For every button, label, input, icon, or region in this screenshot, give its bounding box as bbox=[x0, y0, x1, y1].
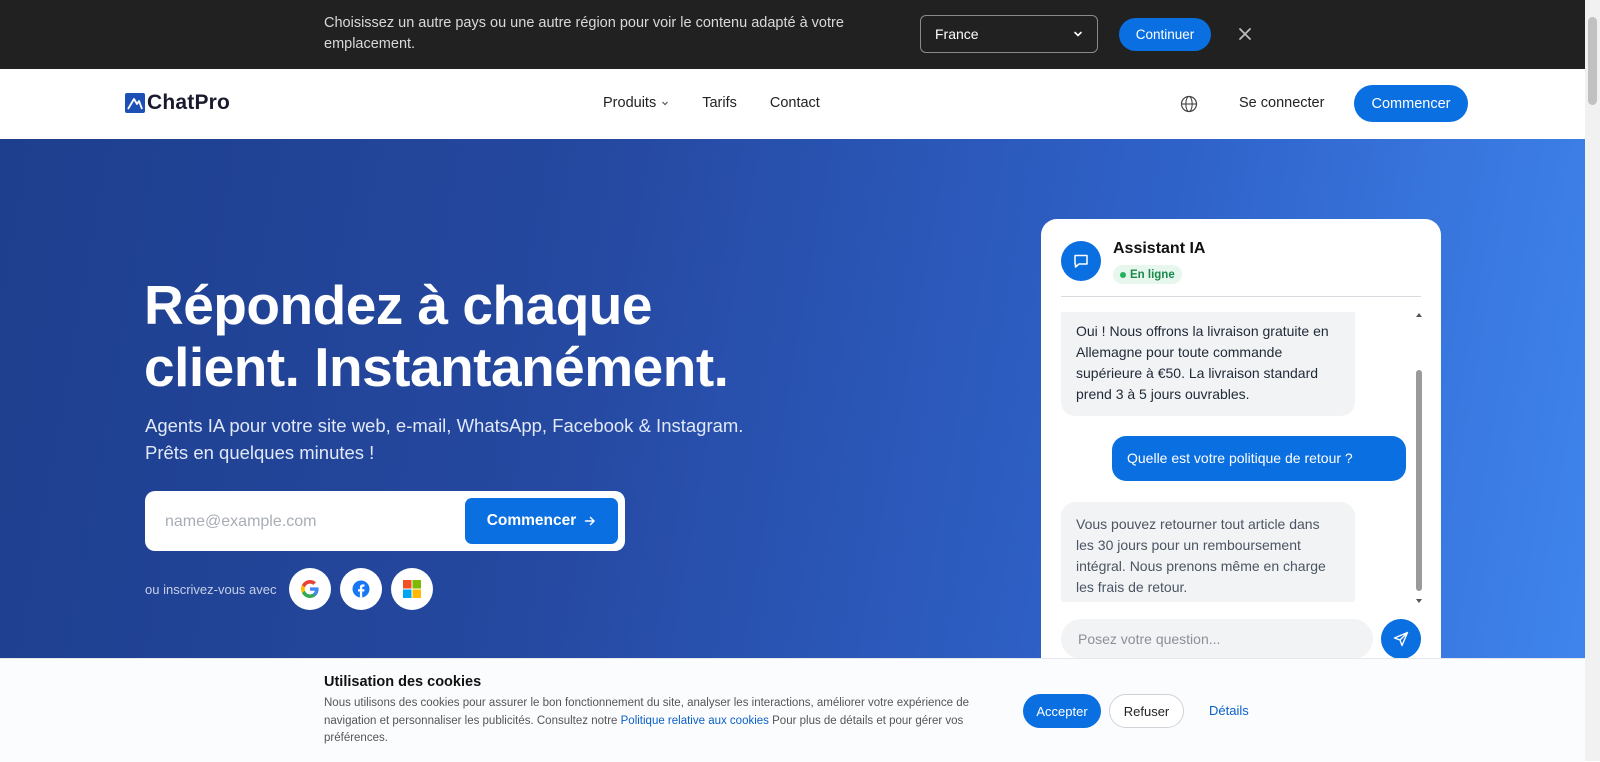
hero-title: Répondez à chaque client. Instantanément… bbox=[144, 274, 729, 398]
nav-item-label: Contact bbox=[769, 95, 820, 111]
status-label: En ligne bbox=[1130, 268, 1175, 281]
nav-item-label: Produits bbox=[603, 95, 657, 111]
chat-scrollbar[interactable] bbox=[1415, 313, 1423, 603]
signup-form: Commencer bbox=[145, 491, 625, 551]
continue-button[interactable]: Continuer bbox=[1119, 18, 1211, 51]
online-dot-icon bbox=[1120, 271, 1126, 278]
nav-item-label: Tarifs bbox=[702, 95, 737, 111]
nav-item-tarifs[interactable]: Tarifs bbox=[702, 95, 737, 111]
cookie-policy-link[interactable]: Politique relative aux cookies bbox=[621, 715, 769, 727]
chat-scrollbar-thumb[interactable] bbox=[1416, 370, 1422, 591]
nav-item-contact[interactable]: Contact bbox=[770, 95, 820, 111]
login-link[interactable]: Se connecter bbox=[1239, 95, 1324, 111]
nav-item-produits[interactable]: Produits bbox=[603, 95, 669, 111]
hero-title-line: client. Instantanément. bbox=[144, 336, 729, 398]
microsoft-icon bbox=[403, 580, 421, 598]
main-nav: Produits Tarifs Contact bbox=[603, 95, 853, 111]
signup-button[interactable]: Commencer bbox=[465, 498, 618, 544]
chevron-down-icon bbox=[1074, 31, 1082, 37]
cookie-details-link[interactable]: Détails bbox=[1209, 703, 1249, 718]
hero-subtitle: Agents IA pour votre site web, e-mail, W… bbox=[145, 412, 785, 466]
page-scrollbar-thumb[interactable] bbox=[1588, 17, 1597, 105]
logo[interactable]: ChatPro bbox=[125, 91, 230, 115]
logo-text: ChatPro bbox=[147, 91, 231, 114]
refuse-cookies-button[interactable]: Refuser bbox=[1109, 694, 1184, 728]
bot-message: Vous pouvez retourner tout article dans … bbox=[1061, 502, 1355, 602]
scroll-down-icon[interactable] bbox=[1416, 599, 1422, 603]
arrow-right-icon bbox=[585, 516, 596, 526]
chat-messages: Oui ! Nous offrons la livraison gratuite… bbox=[1061, 312, 1411, 602]
country-select[interactable]: France bbox=[920, 15, 1098, 53]
hero-title-line: Répondez à chaque bbox=[144, 274, 652, 336]
scroll-up-icon[interactable] bbox=[1416, 313, 1422, 317]
cookie-text: Nous utilisons des cookies pour assurer … bbox=[324, 695, 974, 748]
chat-widget: Assistant IA En ligne Oui ! Nous offrons… bbox=[1041, 219, 1441, 679]
chat-avatar bbox=[1061, 241, 1101, 281]
microsoft-signup-button[interactable] bbox=[391, 568, 433, 610]
hero-subtitle-line: Prêts en quelques minutes ! bbox=[145, 442, 375, 463]
social-signup-label: ou inscrivez-vous avec bbox=[145, 582, 277, 597]
region-banner: Choisissez un autre pays ou une autre ré… bbox=[0, 0, 1585, 69]
signup-button-label: Commencer bbox=[486, 512, 577, 529]
chat-input[interactable] bbox=[1061, 619, 1373, 659]
cookie-banner: Utilisation des cookies Nous utilisons d… bbox=[0, 658, 1585, 762]
cookie-title: Utilisation des cookies bbox=[324, 674, 482, 690]
status-badge: En ligne bbox=[1113, 265, 1182, 284]
send-button[interactable] bbox=[1381, 619, 1421, 659]
get-started-button[interactable]: Commencer bbox=[1354, 85, 1468, 122]
close-icon[interactable] bbox=[1238, 27, 1252, 41]
send-icon bbox=[1393, 631, 1409, 647]
bot-message: Oui ! Nous offrons la livraison gratuite… bbox=[1061, 312, 1355, 416]
page-scrollbar[interactable] bbox=[1585, 0, 1600, 761]
logo-mark-icon bbox=[125, 93, 145, 113]
country-select-value: France bbox=[935, 26, 979, 42]
region-message: Choisissez un autre pays ou une autre ré… bbox=[324, 15, 844, 52]
hero-subtitle-line: Agents IA pour votre site web, e-mail, W… bbox=[145, 415, 744, 436]
facebook-icon bbox=[352, 580, 370, 598]
accept-cookies-button[interactable]: Accepter bbox=[1023, 694, 1101, 728]
globe-icon[interactable] bbox=[1180, 95, 1198, 113]
chat-divider bbox=[1061, 296, 1421, 297]
user-message: Quelle est votre politique de retour ? bbox=[1112, 436, 1406, 481]
google-signup-button[interactable] bbox=[289, 568, 331, 610]
chat-title: Assistant IA bbox=[1113, 240, 1206, 257]
message-square-icon bbox=[1074, 254, 1088, 268]
email-field[interactable] bbox=[163, 503, 437, 541]
chevron-down-icon bbox=[662, 101, 669, 106]
facebook-signup-button[interactable] bbox=[340, 568, 382, 610]
site-header: ChatPro Produits Tarifs Contact Se conne… bbox=[0, 69, 1585, 140]
google-icon bbox=[301, 580, 319, 598]
